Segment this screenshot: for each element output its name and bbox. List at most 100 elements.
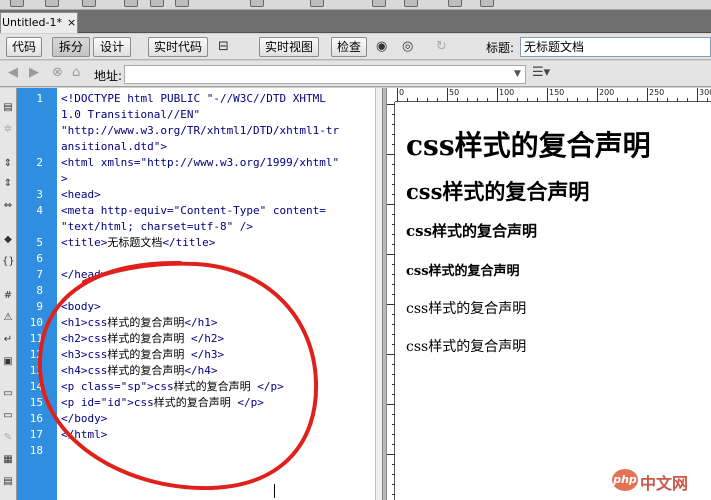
select-parent-tag-icon[interactable]: ◆ <box>2 234 14 246</box>
code-line[interactable]: <h3>css样式的复合声明 </h3> <box>61 347 224 363</box>
ruler-tick <box>392 134 395 135</box>
code-editor[interactable]: <!DOCTYPE html PUBLIC "-//W3C//DTD XHTML… <box>57 88 375 500</box>
line-number: 18 <box>29 444 43 457</box>
code-line[interactable]: 1.0 Transitional//EN" <box>61 107 200 123</box>
code-line[interactable]: "text/html; charset=utf-8" /> <box>61 219 253 235</box>
ruler-tick <box>507 98 508 102</box>
toolbar-icon[interactable] <box>124 0 138 7</box>
open-documents-icon[interactable]: ▤ <box>2 102 14 114</box>
toolbar-icon[interactable] <box>45 0 59 7</box>
live-code-button[interactable]: 实时代码 <box>148 37 208 57</box>
ruler-tick <box>392 484 395 485</box>
line-number: 3 <box>36 188 43 201</box>
split-view-button[interactable]: 拆分 <box>52 37 90 57</box>
code-line[interactable]: <html xmlns="http://www.w3.org/1999/xhtm… <box>61 155 339 171</box>
ruler-label: 300 <box>699 88 711 97</box>
expand-all-icon[interactable]: ⇔ <box>2 200 14 212</box>
refresh-icon[interactable]: ↻ <box>436 40 447 54</box>
ruler-tick <box>457 98 458 102</box>
design-view[interactable]: 0 50 100 150 200 250 300 css样式的复合声明 css样式的复合声明… <box>387 88 711 500</box>
code-token: </head> <box>61 268 108 281</box>
toolbar-icon[interactable] <box>448 0 462 7</box>
code-line[interactable]: "http://www.w3.org/TR/xhtml1/DTD/xhtml1-… <box>61 123 339 139</box>
inspect-button[interactable]: 检查 <box>331 37 367 57</box>
close-icon[interactable]: × <box>67 13 76 32</box>
ruler-tick <box>387 104 395 105</box>
live-view-button[interactable]: 实时视图 <box>259 37 319 57</box>
balance-braces-icon[interactable]: {} <box>2 256 15 268</box>
code-line[interactable]: <!DOCTYPE html PUBLIC "-//W3C//DTD XHTML <box>61 91 326 107</box>
ruler-tick <box>392 164 395 165</box>
browser-compat-icon[interactable]: ⊟ <box>218 40 229 54</box>
code-line[interactable]: ansitional.dtd"> <box>61 139 167 155</box>
code-line[interactable]: <body> <box>61 299 101 315</box>
code-line[interactable]: <meta http-equiv="Content-Type" content= <box>61 203 326 219</box>
ruler-tick <box>392 234 395 235</box>
stop-icon[interactable]: ⊗ <box>52 66 63 80</box>
code-token: 样式的复合声明 <box>107 316 185 329</box>
move-css-icon[interactable]: ▤ <box>2 476 14 488</box>
code-line[interactable]: <h1>css样式的复合声明</h1> <box>61 315 217 331</box>
preview-icon[interactable]: ◎ <box>402 40 413 54</box>
recent-snippets-icon[interactable]: ▦ <box>2 454 14 466</box>
toolbar-icon[interactable] <box>10 0 24 7</box>
vertical-ruler <box>387 102 395 500</box>
view-options-icon[interactable]: ☰▾ <box>532 65 550 80</box>
code-token: </h3> <box>184 348 225 361</box>
address-label: 地址: <box>94 69 123 83</box>
collapse-tag-icon[interactable]: ⇕ <box>2 158 14 170</box>
document-tab[interactable]: Untitled-1* × <box>0 12 78 33</box>
ruler-tick <box>597 88 598 102</box>
toolbar-icon[interactable] <box>310 0 324 7</box>
design-view-button[interactable]: 设计 <box>93 37 131 57</box>
code-line[interactable]: > <box>61 171 68 187</box>
apply-comment-icon[interactable]: ▭ <box>2 388 14 400</box>
line-numbers-icon[interactable]: # <box>2 290 14 302</box>
design-paragraph-sp[interactable]: css样式的复合声明 <box>406 298 526 318</box>
code-line[interactable]: </head> <box>61 267 107 283</box>
ruler-tick <box>392 374 395 375</box>
title-input[interactable]: 无标题文档 <box>520 37 711 57</box>
code-line[interactable]: </html> <box>61 427 107 443</box>
toolbar-icon[interactable] <box>150 0 164 7</box>
code-line[interactable]: <p id="id">css样式的复合声明 </p> <box>61 395 264 411</box>
ruler-tick <box>392 494 395 495</box>
code-line[interactable]: <head> <box>61 187 101 203</box>
toolbar-icon[interactable] <box>372 0 386 7</box>
code-line[interactable]: <p class="sp">css样式的复合声明 </p> <box>61 379 284 395</box>
toolbar-icon[interactable] <box>175 0 189 7</box>
ruler-tick <box>392 194 395 195</box>
toolbar-icon[interactable] <box>250 0 264 7</box>
design-heading-1[interactable]: css样式的复合声明 <box>406 124 651 164</box>
toolbar-icon[interactable] <box>480 0 494 7</box>
address-input[interactable] <box>124 65 526 84</box>
design-heading-4[interactable]: css样式的复合声明 <box>406 260 520 279</box>
design-paragraph-id[interactable]: css样式的复合声明 <box>406 336 526 356</box>
ruler-tick <box>387 154 395 155</box>
design-heading-2[interactable]: css样式的复合声明 <box>406 176 589 206</box>
remove-comment-icon[interactable]: ▭ <box>2 410 14 422</box>
code-scrollbar[interactable] <box>375 88 382 500</box>
code-line[interactable]: <h4>css样式的复合声明</h4> <box>61 363 217 379</box>
code-line[interactable]: <title>无标题文档</title> <box>61 235 215 251</box>
wrap-tag-icon[interactable]: ✎ <box>2 432 14 444</box>
code-view-button[interactable]: 代码 <box>6 37 42 57</box>
forward-icon[interactable]: ▶ <box>29 66 39 80</box>
show-code-navigator-icon[interactable]: ✲ <box>2 124 14 136</box>
toolbar-icon[interactable] <box>404 0 418 7</box>
line-number: 17 <box>29 428 43 441</box>
design-heading-3[interactable]: css样式的复合声明 <box>406 220 537 241</box>
back-icon[interactable]: ◀ <box>8 66 18 80</box>
ruler-tick <box>392 414 395 415</box>
syntax-error-icon[interactable]: ▣ <box>2 356 14 368</box>
highlight-invalid-icon[interactable]: ⚠ <box>2 312 14 324</box>
word-wrap-icon[interactable]: ↵ <box>2 334 14 346</box>
globe-icon[interactable]: ◉ <box>376 40 387 54</box>
code-token: 样式的复合声明 <box>107 332 185 345</box>
home-icon[interactable]: ⌂ <box>72 66 80 80</box>
code-line[interactable]: </body> <box>61 411 107 427</box>
chevron-down-icon[interactable]: ▼ <box>510 66 525 83</box>
collapse-selection-icon[interactable]: ⇕ <box>2 178 14 190</box>
code-line[interactable]: <h2>css样式的复合声明 </h2> <box>61 331 224 347</box>
toolbar-icon[interactable] <box>82 0 96 7</box>
